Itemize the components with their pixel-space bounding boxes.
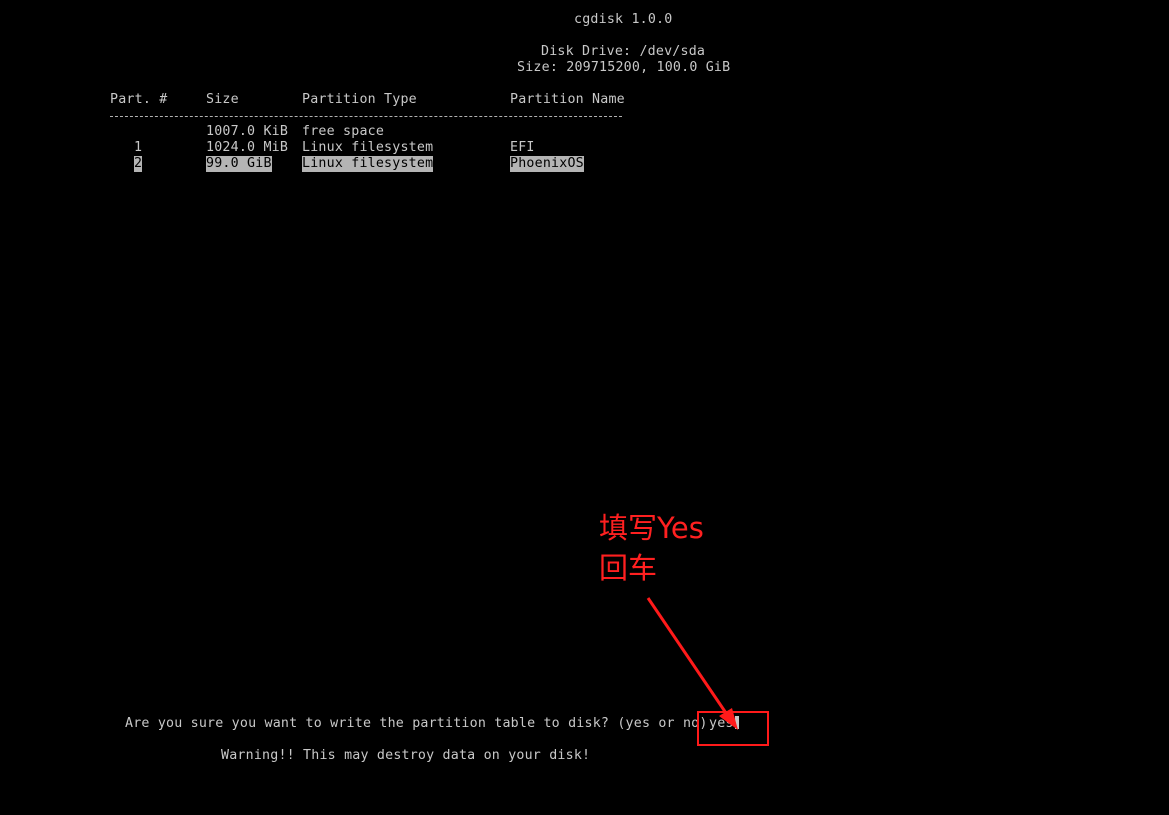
row-name: EFI xyxy=(510,140,535,155)
row-number: 2 xyxy=(134,156,143,172)
header-divider xyxy=(110,116,622,117)
row-name: PhoenixOS xyxy=(510,156,584,172)
disk-drive-label: Disk Drive: /dev/sda xyxy=(541,44,706,59)
row-size: 99.0 GiB xyxy=(206,156,272,172)
row-type: Linux filesystem xyxy=(302,140,434,155)
column-header-partition-type: Partition Type xyxy=(302,92,417,107)
column-header-part-number: Part. # xyxy=(110,92,168,107)
row-type: Linux filesystem xyxy=(302,156,434,172)
program-title: cgdisk 1.0.0 xyxy=(574,12,673,27)
warning-message: Warning!! This may destroy data on your … xyxy=(221,748,591,763)
annotation-line-2: 回车 xyxy=(599,551,658,585)
row-number: 1 xyxy=(134,140,143,155)
annotation-highlight-box xyxy=(697,711,769,746)
confirm-write-prompt: Are you sure you want to write the parti… xyxy=(125,716,708,731)
disk-size-label: Size: 209715200, 100.0 GiB xyxy=(517,60,731,75)
column-header-size: Size xyxy=(206,92,239,107)
column-header-partition-name: Partition Name xyxy=(510,92,625,107)
row-size: 1007.0 KiB xyxy=(206,124,289,139)
annotation-text: 填写Yes 回车 xyxy=(599,508,704,588)
row-size: 1024.0 MiB xyxy=(206,140,289,155)
annotation-line-1: 填写Yes xyxy=(599,511,704,545)
annotation-arrow-icon xyxy=(646,597,738,730)
row-type: free space xyxy=(302,124,385,139)
